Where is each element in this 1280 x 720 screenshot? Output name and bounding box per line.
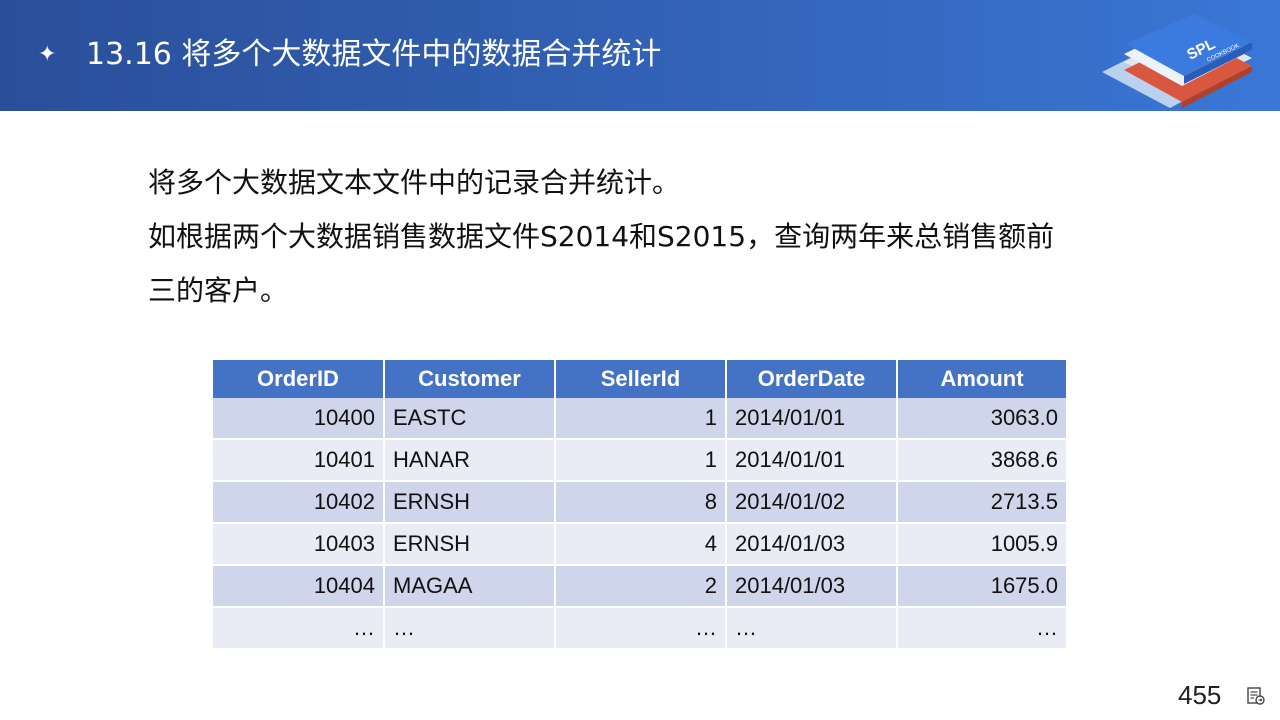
seller-id-cell: … bbox=[555, 607, 727, 650]
page-number: 455 bbox=[1178, 680, 1222, 710]
amount-cell: … bbox=[897, 607, 1068, 650]
column-header: OrderID bbox=[213, 360, 385, 398]
slide-title: 13.16 将多个大数据文件中的数据合并统计 bbox=[86, 37, 662, 72]
body-line: 将多个大数据文本文件中的记录合并统计。 bbox=[148, 166, 681, 199]
seller-id-cell: 2 bbox=[555, 565, 727, 608]
customer-cell: ERNSH bbox=[384, 481, 556, 524]
customer-cell: MAGAA bbox=[384, 565, 556, 608]
customer-cell: HANAR bbox=[384, 439, 556, 482]
presenter-view-icon[interactable] bbox=[1246, 686, 1266, 706]
order-date-cell: … bbox=[726, 607, 898, 650]
header-bar: ✦ 13.16 将多个大数据文件中的数据合并统计 bbox=[0, 0, 1280, 111]
order-id-cell: 10400 bbox=[213, 398, 385, 440]
spl-cookbook-logo: SPL COOKBOOK bbox=[1102, 14, 1252, 108]
order-date-cell: 2014/01/01 bbox=[726, 398, 898, 440]
column-header: Customer bbox=[384, 360, 556, 398]
order-date-cell: 2014/01/03 bbox=[726, 565, 898, 608]
table-header-row: OrderID Customer SellerId OrderDate Amou… bbox=[213, 360, 1068, 398]
table-row: 10401 HANAR 1 2014/01/01 3868.6 bbox=[213, 439, 1068, 482]
body-line: 如根据两个大数据销售数据文件S2014和S2015，查询两年来总销售额前 bbox=[148, 220, 1055, 253]
table-row: … … … … … bbox=[213, 607, 1068, 650]
table-row: 10404 MAGAA 2 2014/01/03 1675.0 bbox=[213, 565, 1068, 608]
order-id-cell: 10404 bbox=[213, 565, 385, 608]
amount-cell: 1675.0 bbox=[897, 565, 1068, 608]
order-id-cell: 10401 bbox=[213, 439, 385, 482]
column-header: OrderDate bbox=[726, 360, 898, 398]
body-text: 将多个大数据文本文件中的记录合并统计。 如根据两个大数据销售数据文件S2014和… bbox=[148, 156, 1148, 318]
seller-id-cell: 8 bbox=[555, 481, 727, 524]
seller-id-cell: 4 bbox=[555, 523, 727, 566]
table-row: 10400 EASTC 1 2014/01/01 3063.0 bbox=[213, 398, 1068, 440]
table-row: 10403 ERNSH 4 2014/01/03 1005.9 bbox=[213, 523, 1068, 566]
order-id-cell: 10402 bbox=[213, 481, 385, 524]
customer-cell: … bbox=[384, 607, 556, 650]
seller-id-cell: 1 bbox=[555, 439, 727, 482]
customer-cell: EASTC bbox=[384, 398, 556, 440]
column-header: Amount bbox=[897, 360, 1068, 398]
seller-id-cell: 1 bbox=[555, 398, 727, 440]
amount-cell: 3868.6 bbox=[897, 439, 1068, 482]
amount-cell: 1005.9 bbox=[897, 523, 1068, 566]
star-bullet-icon: ✦ bbox=[38, 42, 57, 67]
order-date-cell: 2014/01/01 bbox=[726, 439, 898, 482]
table-row: 10402 ERNSH 8 2014/01/02 2713.5 bbox=[213, 481, 1068, 524]
order-id-cell: … bbox=[213, 607, 385, 650]
order-id-cell: 10403 bbox=[213, 523, 385, 566]
customer-cell: ERNSH bbox=[384, 523, 556, 566]
column-header: SellerId bbox=[555, 360, 727, 398]
body-line: 三的客户。 bbox=[148, 274, 289, 307]
order-date-cell: 2014/01/03 bbox=[726, 523, 898, 566]
amount-cell: 2713.5 bbox=[897, 481, 1068, 524]
order-date-cell: 2014/01/02 bbox=[726, 481, 898, 524]
amount-cell: 3063.0 bbox=[897, 398, 1068, 440]
sales-table: OrderID Customer SellerId OrderDate Amou… bbox=[213, 360, 1068, 650]
